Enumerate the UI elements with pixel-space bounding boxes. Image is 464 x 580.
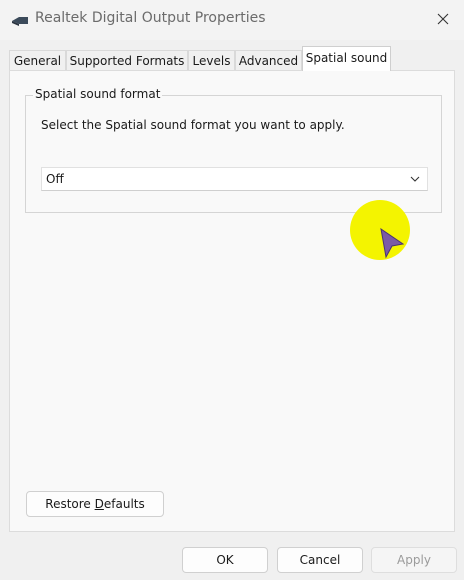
mouse-pointer-icon [380,227,405,259]
ok-button[interactable]: OK [182,547,268,573]
tab-general[interactable]: General [9,50,66,70]
apply-button[interactable]: Apply [371,547,457,573]
restore-defaults-button[interactable]: Restore Defaults [26,491,164,517]
close-button[interactable] [426,4,460,34]
title-bar: Realtek Digital Output Properties [0,0,464,40]
tab-supported-formats[interactable]: Supported Formats [66,50,188,70]
tab-levels[interactable]: Levels [188,50,235,70]
window-title: Realtek Digital Output Properties [35,10,266,26]
group-description: Select the Spatial sound format you want… [41,118,345,132]
chevron-down-icon [410,176,420,182]
restore-label-accel: D [94,497,104,511]
restore-label-suffix: efaults [103,497,145,511]
tab-advanced[interactable]: Advanced [235,50,302,70]
spatial-sound-groupbox: Spatial sound format Select the Spatial … [25,87,442,213]
cancel-button[interactable]: Cancel [277,547,363,573]
spatial-format-dropdown[interactable]: Off [41,167,428,191]
group-label: Spatial sound format [33,87,163,101]
restore-label-prefix: Restore [45,497,95,511]
speaker-device-icon [12,17,28,26]
tab-spatial-sound[interactable]: Spatial sound [302,46,391,71]
dropdown-value: Off [46,172,64,186]
close-icon [437,13,449,25]
dialog-footer: OK Cancel Apply [0,533,464,580]
tab-panel: Spatial sound format Select the Spatial … [9,70,455,532]
